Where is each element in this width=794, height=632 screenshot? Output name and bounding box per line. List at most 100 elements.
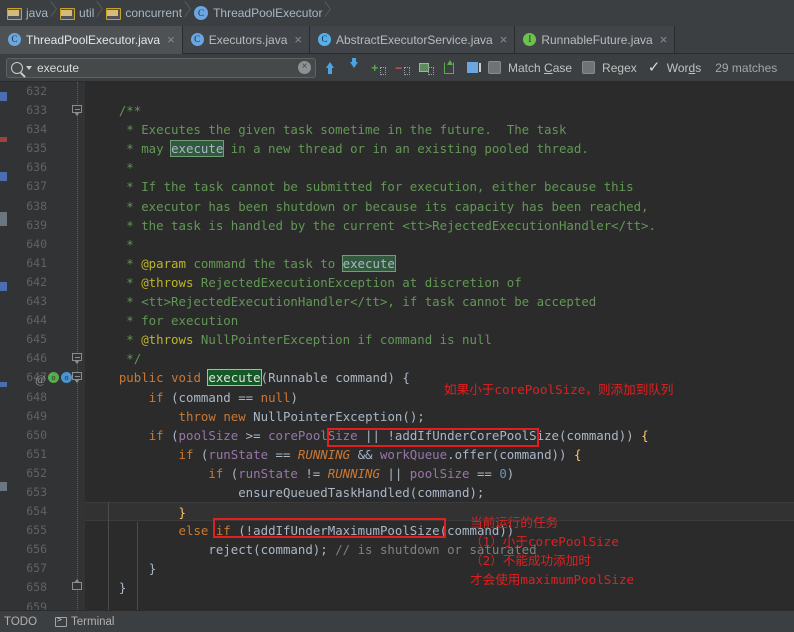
gutter-line-646[interactable]: 646 [7,349,85,368]
close-icon[interactable]: × [500,33,508,46]
gutter-line-653[interactable]: 653 [7,483,85,502]
gutter-line-650[interactable]: 650 [7,426,85,445]
code-line-658[interactable]: } [85,578,794,597]
status-item-todo[interactable]: TODO [0,616,41,628]
find-next-button[interactable] [344,57,364,78]
words-label[interactable]: Words [667,61,701,75]
gutter-line-636[interactable]: 636 [7,158,85,177]
gutter-line-657[interactable]: 657 [7,559,85,578]
code-line-632[interactable] [85,82,794,101]
search-input[interactable]: execute × [6,57,316,78]
code-line-648[interactable]: if (command == null) [85,388,794,407]
regex-label[interactable]: Regex [602,61,637,75]
code-line-657[interactable]: } [85,559,794,578]
gutter-line-652[interactable]: 652 [7,464,85,483]
gutter-line-655[interactable]: 655 [7,521,85,540]
code-token: if [178,446,194,462]
add-occurrence-button[interactable]: + [368,58,388,78]
code-line-640[interactable]: * [85,235,794,254]
gutter-line-638[interactable]: 638 [7,197,85,216]
match-case-checkbox[interactable] [488,61,501,74]
search-input-value[interactable]: execute [35,61,295,75]
gutter-line-645[interactable]: 645 [7,330,85,349]
gutter-line-649[interactable]: 649 [7,407,85,426]
implemented-icon[interactable]: o [61,372,72,384]
match-case-label[interactable]: Match Case [508,61,572,75]
breadcrumb-item-java[interactable]: java [2,0,55,26]
status-item-terminal[interactable]: Terminal [51,615,118,628]
code-line-635[interactable]: * may execute in a new thread or in an e… [85,139,794,158]
gutter-line-640[interactable]: 640 [7,235,85,254]
code-line-659[interactable] [85,598,794,610]
gutter-line-642[interactable]: 642 [7,273,85,292]
code-editor[interactable]: 632 633 634 635 636 637 638 639 640 641 642 643 644 6… [0,82,794,610]
gutter-line-643[interactable]: 643 [7,292,85,311]
code-line-645[interactable]: * @throws NullPointerException if comman… [85,330,794,349]
code-line-641[interactable]: * @param command the task to execute [85,254,794,273]
fold-toggle-icon[interactable] [72,353,83,365]
gutter-line-647[interactable]: 647 @ o o [7,368,85,387]
code-line-644[interactable]: * for execution [85,311,794,330]
gutter-line-632[interactable]: 632 [7,82,85,101]
code-line-651[interactable]: if (runState == RUNNING && workQueue.off… [85,445,794,464]
code-line-653[interactable]: ensureQueuedTaskHandled(command); [85,483,794,502]
gutter-line-635[interactable]: 635 [7,139,85,158]
code-line-638[interactable]: * executor has been shutdown or because … [85,197,794,216]
gutter-line-634[interactable]: 634 [7,120,85,139]
code-token: void [171,370,201,386]
overrides-icon[interactable]: o [48,372,59,384]
gutter-line-651[interactable]: 651 [7,445,85,464]
code-line-649[interactable]: throw new NullPointerException(); [85,407,794,426]
words-checkbox[interactable] [647,58,661,76]
code-line-647[interactable]: public void execute(Runnable command) { [85,368,794,387]
gutter-line-644[interactable]: 644 [7,311,85,330]
gutter-line-654[interactable]: 654 [7,502,85,521]
breadcrumb-item-threadpoolexecutor[interactable]: C ThreadPoolExecutor [189,0,329,26]
fold-toggle-icon[interactable] [72,105,83,117]
close-icon[interactable]: × [294,33,302,46]
close-icon[interactable]: × [660,33,668,46]
breadcrumb-item-util[interactable]: util [55,0,101,26]
remove-occurrence-button[interactable]: − [392,58,412,78]
code-line-646[interactable]: */ [85,349,794,368]
gutter-line-656[interactable]: 656 [7,540,85,559]
gutter-line-633[interactable]: 633 [7,101,85,120]
editor-tab-1[interactable]: C Executors.java × [182,26,310,53]
editor-tab-2[interactable]: C AbstractExecutorService.java × [309,26,516,53]
clear-search-icon[interactable]: × [298,61,311,74]
code-line-655[interactable]: else if (!addIfUnderMaximumPoolSize(comm… [85,521,794,540]
editor-tab-3[interactable]: I RunnableFuture.java × [515,26,676,53]
code-line-643[interactable]: * <tt>RejectedExecutionHandler</tt>, if … [85,292,794,311]
code-line-637[interactable]: * If the task cannot be submitted for ex… [85,177,794,196]
filter-results-button[interactable] [464,58,484,78]
indent-guide-0 [108,502,109,610]
chevron-down-icon[interactable] [26,65,32,70]
gutter-line-648[interactable]: 648 [7,388,85,407]
gutter-line-659[interactable]: 659 [7,598,85,610]
code-line-656[interactable]: reject(command); // is shutdown or satur… [85,540,794,559]
code-content[interactable]: /** * Executes the given task sometime i… [85,82,794,610]
code-token: RUNNING [297,446,351,462]
close-icon[interactable]: × [167,33,175,46]
breadcrumb-item-concurrent[interactable]: concurrent [101,0,189,26]
gutter-line-641[interactable]: 641 [7,254,85,273]
gutter-line-637[interactable]: 637 [7,177,85,196]
gutter-line-639[interactable]: 639 [7,216,85,235]
regex-checkbox[interactable] [582,61,596,74]
gutter-line-658[interactable]: 658 [7,578,85,597]
code-line-639[interactable]: * the task is handled by the current <tt… [85,216,794,235]
editor-gutter[interactable]: 632 633 634 635 636 637 638 639 640 641 642 643 644 6… [7,82,85,610]
export-to-find-window-button[interactable] [440,58,460,78]
code-line-652[interactable]: if (runState != RUNNING || poolSize == 0… [85,464,794,483]
code-line-650[interactable]: if (poolSize >= corePoolSize || !addIfUn… [85,426,794,445]
select-all-occurrences-button[interactable] [416,58,436,78]
code-line-654[interactable]: } [85,502,794,522]
code-line-634[interactable]: * Executes the given task sometime in th… [85,120,794,139]
code-line-633[interactable]: /** [85,101,794,120]
fold-toggle-icon[interactable] [72,372,83,384]
code-line-636[interactable]: * [85,158,794,177]
editor-tab-0[interactable]: C ThreadPoolExecutor.java × [0,26,183,54]
find-previous-button[interactable] [320,58,340,78]
fold-toggle-icon[interactable] [72,579,83,593]
code-line-642[interactable]: * @throws RejectedExecutionException at … [85,273,794,292]
